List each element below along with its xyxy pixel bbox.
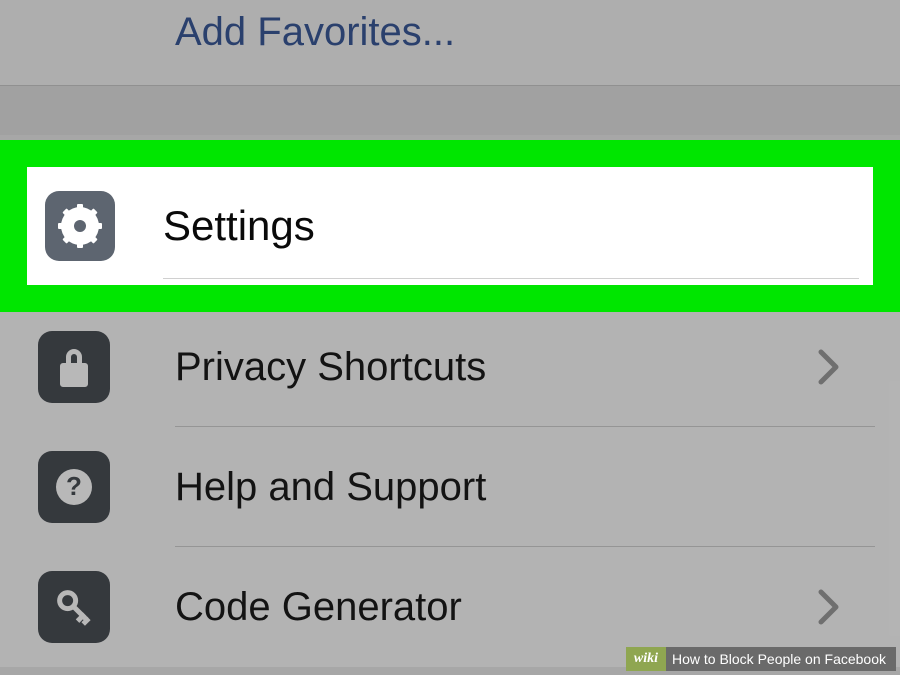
menu-item-privacy-shortcuts[interactable]: Privacy Shortcuts bbox=[0, 307, 900, 427]
lock-icon bbox=[38, 331, 110, 403]
svg-text:?: ? bbox=[66, 471, 82, 501]
menu-item-help-and-support[interactable]: ? Help and Support bbox=[0, 427, 900, 547]
add-favorites-row[interactable]: Add Favorites... bbox=[0, 0, 900, 85]
watermark-title: How to Block People on Facebook bbox=[666, 647, 896, 671]
menu-item-label: Privacy Shortcuts bbox=[175, 345, 818, 390]
key-icon bbox=[38, 571, 110, 643]
watermark-wiki: wiki bbox=[626, 647, 666, 671]
menu-item-label: Help and Support bbox=[175, 465, 900, 510]
chevron-right-icon bbox=[818, 349, 840, 385]
section-divider bbox=[0, 85, 900, 135]
menu-item-settings[interactable]: Settings bbox=[27, 167, 873, 285]
question-icon: ? bbox=[38, 451, 110, 523]
gear-icon bbox=[45, 191, 115, 261]
menu-item-label: Code Generator bbox=[175, 585, 818, 630]
add-favorites-label: Add Favorites... bbox=[175, 10, 455, 54]
menu-item-label: Settings bbox=[163, 202, 315, 250]
wikihow-watermark: wiki How to Block People on Facebook bbox=[626, 647, 896, 671]
chevron-right-icon bbox=[818, 589, 840, 625]
highlight-callout: Settings bbox=[0, 140, 900, 312]
